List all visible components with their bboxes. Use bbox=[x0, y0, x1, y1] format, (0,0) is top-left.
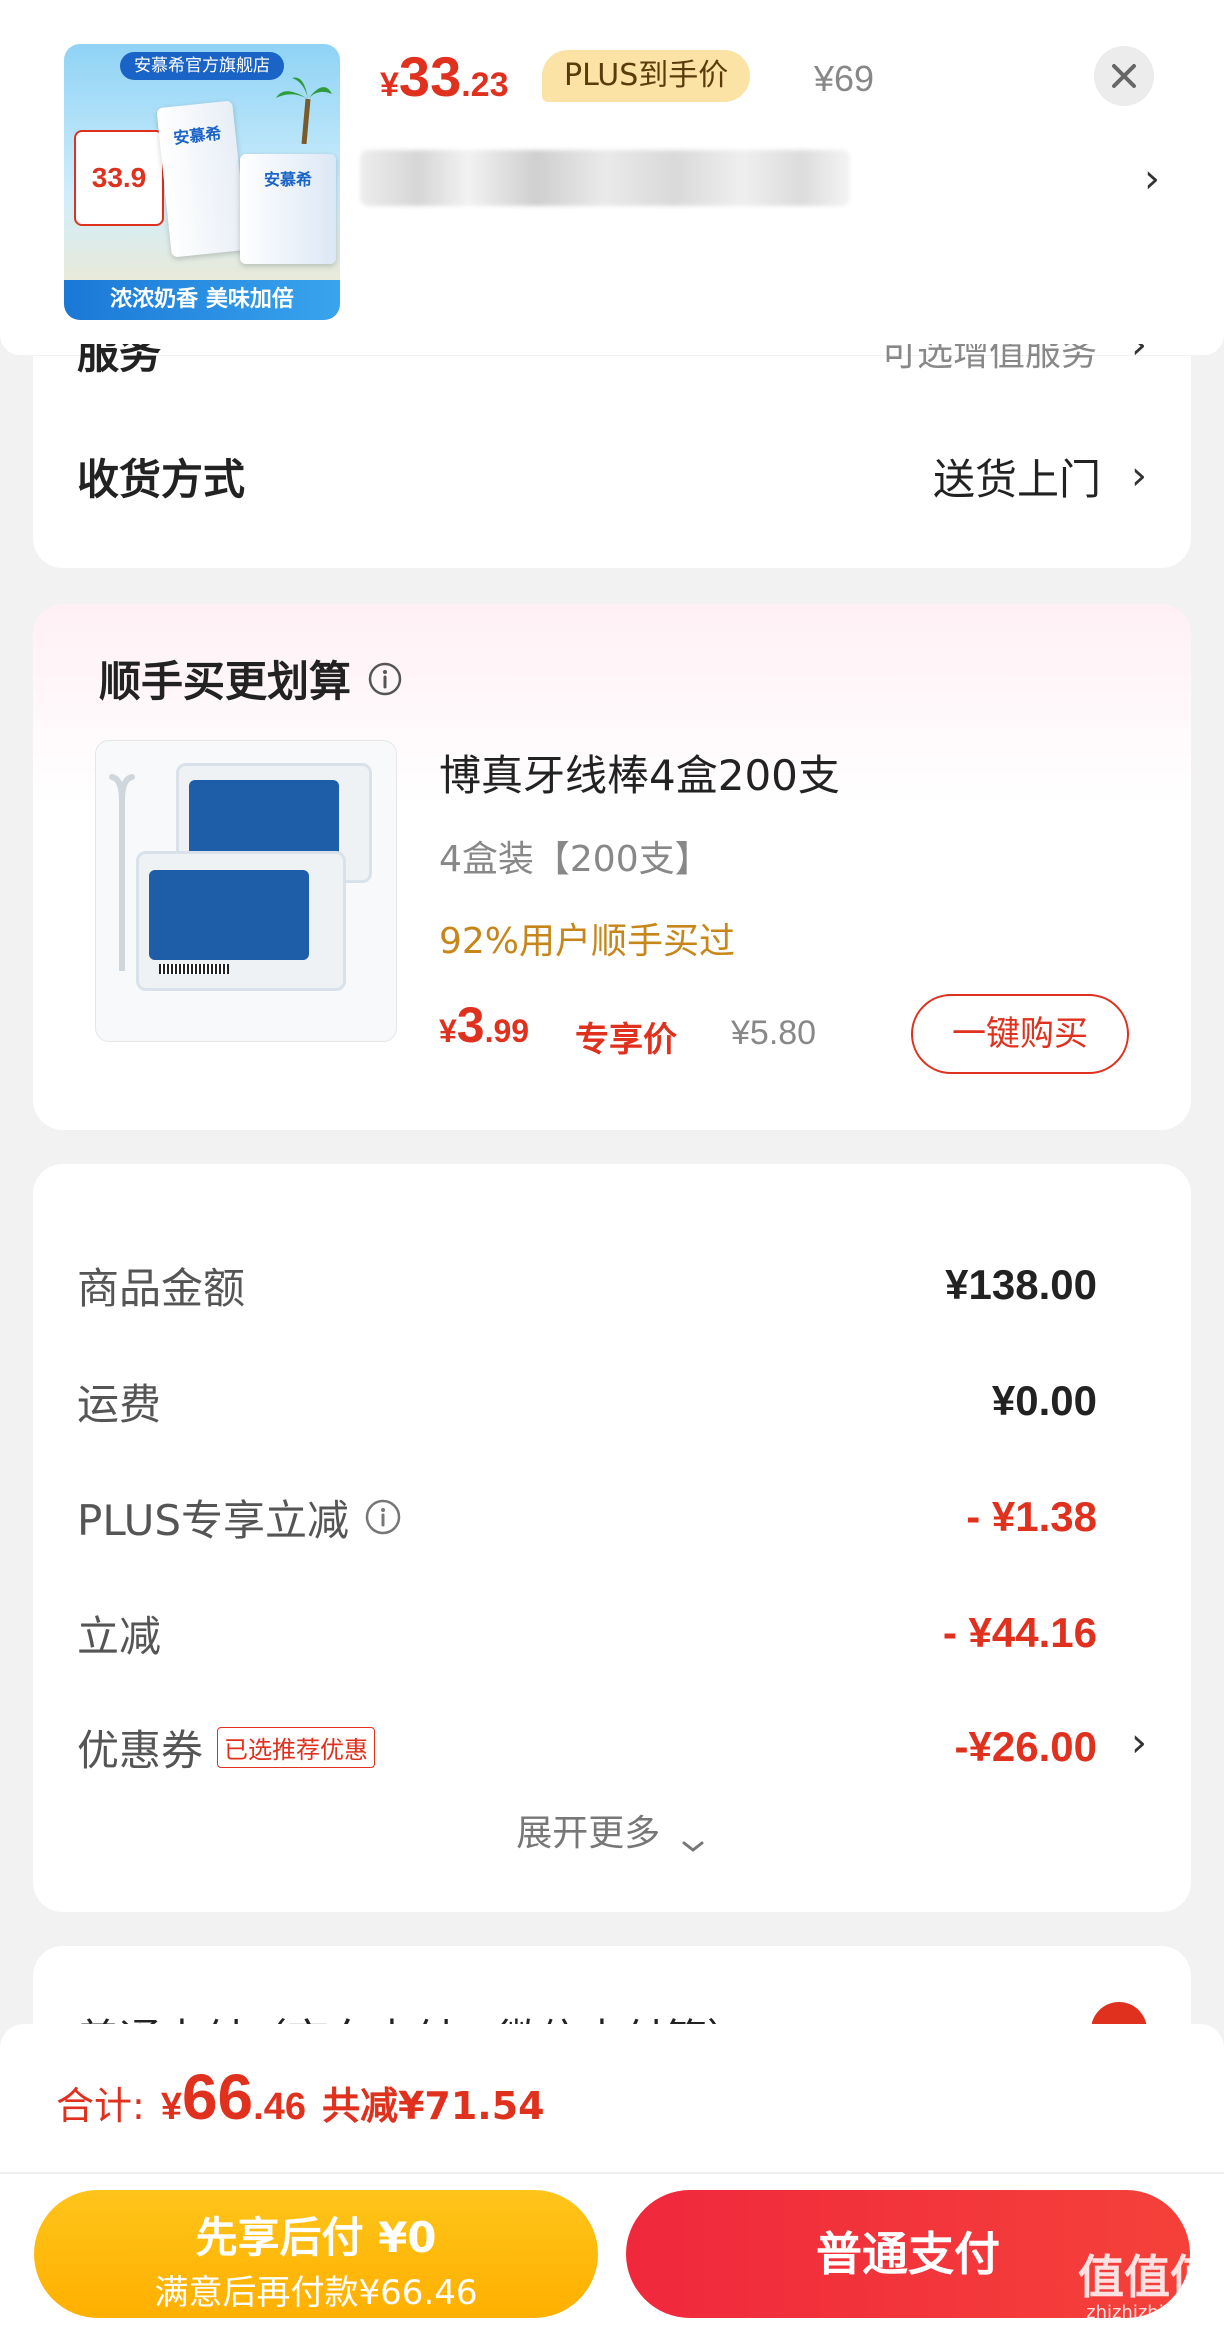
chevron-right-icon: › bbox=[1131, 453, 1147, 499]
upsell-product-name[interactable]: 博真牙线棒4盒200支 bbox=[439, 742, 840, 803]
upsell-orig-price: ¥5.80 bbox=[731, 1014, 817, 1052]
info-icon[interactable] bbox=[367, 661, 403, 697]
store-banner: 安慕希官方旗舰店 bbox=[120, 52, 284, 80]
price-dec: .23 bbox=[461, 66, 509, 104]
upsell-price-tag: 专享价 bbox=[575, 1020, 677, 1060]
upsell-card: 顺手买更划算 博真牙线棒4盒200支 4盒装【200支】 92%用户顺手买过 ¥… bbox=[33, 604, 1191, 1130]
bottom-bar: 合计: ¥ 66 .46 共减¥71.54 先享后付 ¥0 满意后再付款¥66.… bbox=[0, 2024, 1224, 2338]
total-label: 合计: bbox=[56, 2084, 145, 2128]
product-thumbnail[interactable]: 安慕希官方旗舰店 33.9 安慕希 安慕希 浓浓奶香 美味加倍 bbox=[64, 44, 340, 320]
upsell-title-row: 顺手买更划算 bbox=[99, 648, 403, 709]
floss-box-front bbox=[136, 851, 346, 991]
palm-decoration bbox=[274, 74, 334, 145]
total-int: 66 bbox=[181, 2061, 254, 2133]
original-price: ¥69 bbox=[814, 58, 875, 99]
chevron-right-icon: › bbox=[1144, 156, 1160, 202]
summary-label: 运费 bbox=[77, 1379, 162, 1429]
total-saved: 共减¥71.54 bbox=[321, 2084, 545, 2128]
service-row[interactable]: 服务 可选增值服务 › bbox=[77, 344, 1147, 384]
summary-value: ¥138.00 bbox=[945, 1261, 1097, 1308]
summary-label: 商品金额 bbox=[77, 1263, 246, 1313]
summary-row-plus-discount: PLUS专享立减 - ¥1.38 bbox=[77, 1482, 1097, 1552]
total-row: 合计: ¥ 66 .46 共减¥71.54 bbox=[56, 2060, 545, 2134]
price-currency: ¥ bbox=[380, 66, 399, 104]
bnpl-title: 先享后付 ¥0 bbox=[195, 2213, 437, 2262]
box2-brand: 安慕希 bbox=[263, 170, 312, 189]
coupon-badge: 已选推荐优惠 bbox=[217, 1726, 376, 1768]
summary-label: PLUS专享立减 bbox=[77, 1495, 350, 1545]
bnpl-subtitle: 满意后再付款¥66.46 bbox=[154, 2273, 478, 2313]
box-brand: 安慕希 bbox=[172, 123, 223, 148]
chevron-right-icon[interactable]: › bbox=[1131, 1720, 1147, 1766]
watermark-sub: zhizhizhi.com bbox=[1086, 2302, 1208, 2323]
bar-divider bbox=[0, 2172, 1224, 2174]
milk-box-2: 安慕希 bbox=[240, 154, 336, 264]
summary-value: -¥26.00 bbox=[954, 1723, 1097, 1770]
price-summary-card: 商品金额 ¥138.00 运费 ¥0.00 PLUS专享立减 - ¥1.38 立… bbox=[33, 1164, 1191, 1912]
plus-price-badge: PLUS到手价 bbox=[542, 50, 751, 102]
price-sticker: 33.9 bbox=[74, 130, 164, 226]
summary-label: 优惠券 bbox=[77, 1725, 204, 1775]
close-button[interactable] bbox=[1094, 46, 1154, 106]
chevron-down-icon bbox=[678, 1825, 708, 1852]
watermark: 值值值 zhizhizhi.com bbox=[1078, 2252, 1216, 2323]
info-icon[interactable] bbox=[363, 1497, 403, 1537]
product-header: 安慕希官方旗舰店 33.9 安慕希 安慕希 浓浓奶香 美味加倍 ¥33.23 P… bbox=[0, 0, 1224, 355]
summary-row-subtotal: 商品金额 ¥138.00 bbox=[77, 1250, 1097, 1320]
expand-more-label: 展开更多 bbox=[516, 1813, 661, 1854]
summary-row-coupon[interactable]: 优惠券 已选推荐优惠 -¥26.00 bbox=[77, 1712, 1097, 1782]
summary-value: ¥0.00 bbox=[991, 1377, 1097, 1424]
service-value: 可选增值服务 bbox=[880, 344, 1097, 374]
service-label: 服务 bbox=[77, 344, 162, 378]
upsell-bought-note: 92%用户顺手买过 bbox=[439, 921, 736, 962]
close-icon bbox=[1094, 46, 1154, 106]
delivery-row[interactable]: 收货方式 送货上门 › bbox=[77, 446, 1147, 506]
upsell-title: 顺手买更划算 bbox=[99, 657, 352, 706]
total-dec: .46 bbox=[253, 2086, 306, 2128]
upsell-price: ¥3.99 bbox=[439, 996, 529, 1054]
summary-row-shipping: 运费 ¥0.00 bbox=[77, 1366, 1097, 1436]
expand-more[interactable]: 展开更多 bbox=[33, 1804, 1191, 1856]
delivery-value: 送货上门 bbox=[932, 454, 1101, 504]
summary-value: - ¥44.16 bbox=[942, 1609, 1097, 1656]
price-int: 33 bbox=[398, 45, 462, 108]
plus-discount-label-group: PLUS专享立减 bbox=[77, 1487, 403, 1548]
watermark-main: 值值值 bbox=[1078, 2250, 1216, 2304]
sticker-price: 33.9 bbox=[91, 162, 147, 193]
header-price: ¥33.23 bbox=[380, 44, 508, 109]
summary-row-instant-discount: 立减 - ¥44.16 bbox=[77, 1598, 1097, 1668]
delivery-label: 收货方式 bbox=[77, 454, 246, 504]
service-delivery-card: 服务 可选增值服务 › 收货方式 送货上门 › bbox=[33, 344, 1191, 568]
upsell-price-dec: .99 bbox=[484, 1013, 530, 1049]
upsell-product-image[interactable] bbox=[95, 740, 397, 1042]
summary-label: 立减 bbox=[77, 1611, 162, 1661]
summary-value: - ¥1.38 bbox=[966, 1493, 1097, 1540]
floss-pick bbox=[108, 771, 136, 974]
one-click-buy-button[interactable]: 一键购买 bbox=[911, 994, 1129, 1074]
barcode bbox=[159, 964, 229, 974]
bnpl-button[interactable]: 先享后付 ¥0 满意后再付款¥66.46 bbox=[34, 2190, 598, 2318]
spec-selector[interactable]: › bbox=[360, 140, 1160, 220]
milk-box-1: 安慕希 bbox=[156, 100, 248, 258]
upsell-price-int: 3 bbox=[456, 997, 485, 1053]
coupon-label-group: 优惠券 已选推荐优惠 bbox=[77, 1717, 376, 1778]
upsell-price-currency: ¥ bbox=[439, 1013, 457, 1049]
upsell-variant: 4盒装【200支】 bbox=[439, 839, 711, 880]
blurred-spec-text bbox=[360, 150, 850, 206]
floss-box-label bbox=[189, 780, 339, 860]
floss-box-front-label bbox=[149, 870, 309, 960]
slogan-banner: 浓浓奶香 美味加倍 bbox=[64, 280, 340, 320]
chevron-right-icon: › bbox=[1131, 344, 1147, 368]
total-currency: ¥ bbox=[160, 2086, 182, 2128]
delivery-value-group: 送货上门 › bbox=[933, 446, 1147, 507]
